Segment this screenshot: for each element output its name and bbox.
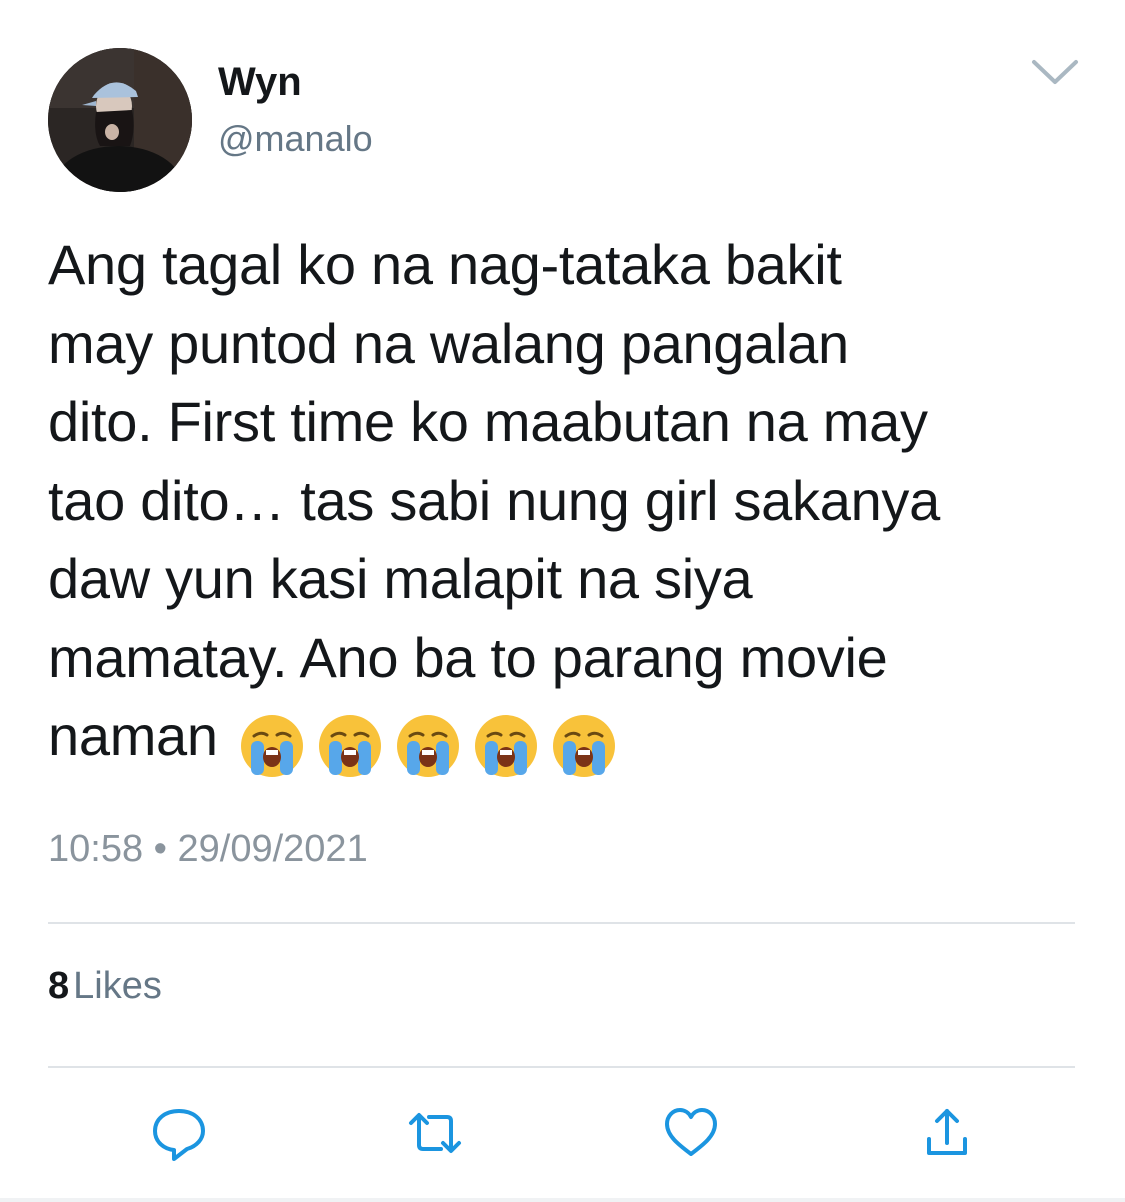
heart-icon [665,1108,717,1156]
loudly-crying-face-emoji [239,713,305,779]
tweet-body: Ang tagal ko na nag-tataka bakit may pun… [48,233,940,767]
author-handle[interactable]: @manalo [218,117,373,161]
likes-count[interactable]: 8 Likes [48,963,162,1009]
loudly-crying-face-emoji [395,713,461,779]
loudly-crying-face-emoji [473,713,539,779]
likes-number: 8 [48,965,70,1007]
like-button[interactable] [661,1103,721,1163]
bottom-border [0,1198,1125,1202]
loudly-crying-face-emoji [551,713,617,779]
divider [48,922,1075,924]
reply-icon [153,1109,205,1161]
retweet-button[interactable] [405,1103,465,1163]
reply-button[interactable] [149,1103,209,1163]
tweet-card: Wyn @manalo Ang tagal ko na nag-tataka b… [0,0,1125,1202]
chevron-down-icon[interactable] [1028,52,1082,92]
share-button[interactable] [917,1103,977,1163]
tweet-timestamp[interactable]: 10:58 • 29/09/2021 [48,826,368,872]
share-icon [927,1109,967,1155]
loudly-crying-face-emoji [317,713,383,779]
divider [48,1066,1075,1068]
retweet-icon [409,1113,461,1153]
tweet-text: Ang tagal ko na nag-tataka bakit may pun… [48,226,1088,782]
author-name[interactable]: Wyn [218,58,302,106]
likes-label: Likes [73,965,162,1007]
avatar[interactable] [48,48,192,192]
emoji-row [239,703,629,782]
